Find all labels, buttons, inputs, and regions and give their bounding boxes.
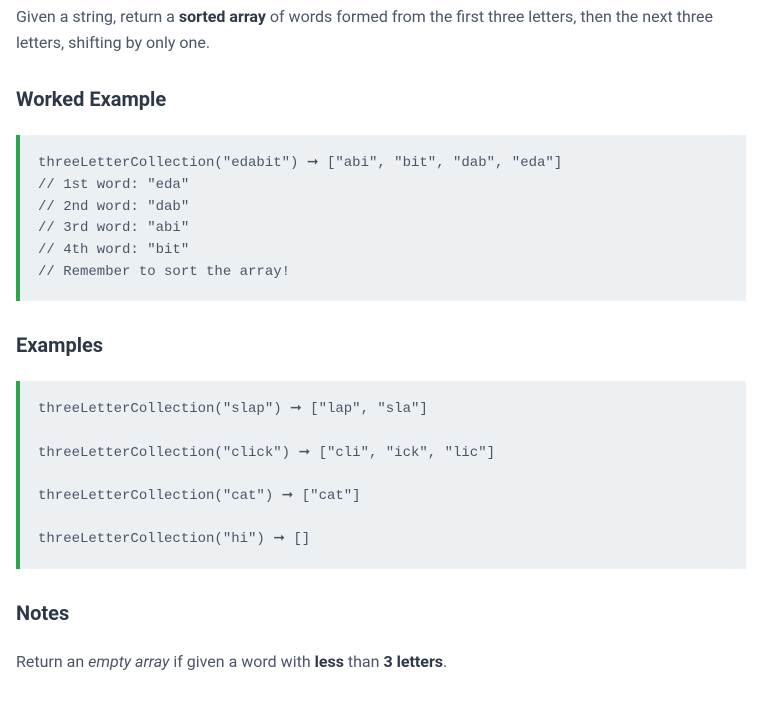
notes-mid2: than	[344, 652, 384, 671]
examples-heading: Examples	[16, 329, 746, 361]
worked-example-code-block: threeLetterCollection("edabit") ➞ ["abi"…	[16, 135, 746, 301]
examples-code: threeLetterCollection("slap") ➞ ["lap", …	[38, 401, 495, 547]
notes-suffix: .	[443, 652, 447, 671]
notes-heading: Notes	[16, 597, 746, 629]
notes-bold-less: less	[315, 652, 344, 671]
notes-text: Return an empty array if given a word wi…	[16, 649, 746, 675]
problem-intro: Given a string, return a sorted array of…	[16, 4, 746, 55]
notes-mid: if given a word with	[169, 652, 314, 671]
notes-bold-3letters: 3 letters	[383, 652, 443, 671]
worked-example-heading: Worked Example	[16, 83, 746, 115]
notes-empty-array: empty array	[88, 652, 169, 671]
examples-code-block: threeLetterCollection("slap") ➞ ["lap", …	[16, 381, 746, 569]
worked-example-code: threeLetterCollection("edabit") ➞ ["abi"…	[38, 155, 562, 279]
intro-bold-sorted-array: sorted array	[179, 7, 266, 26]
intro-text-prefix: Given a string, return a	[16, 7, 179, 26]
notes-prefix: Return an	[16, 652, 88, 671]
